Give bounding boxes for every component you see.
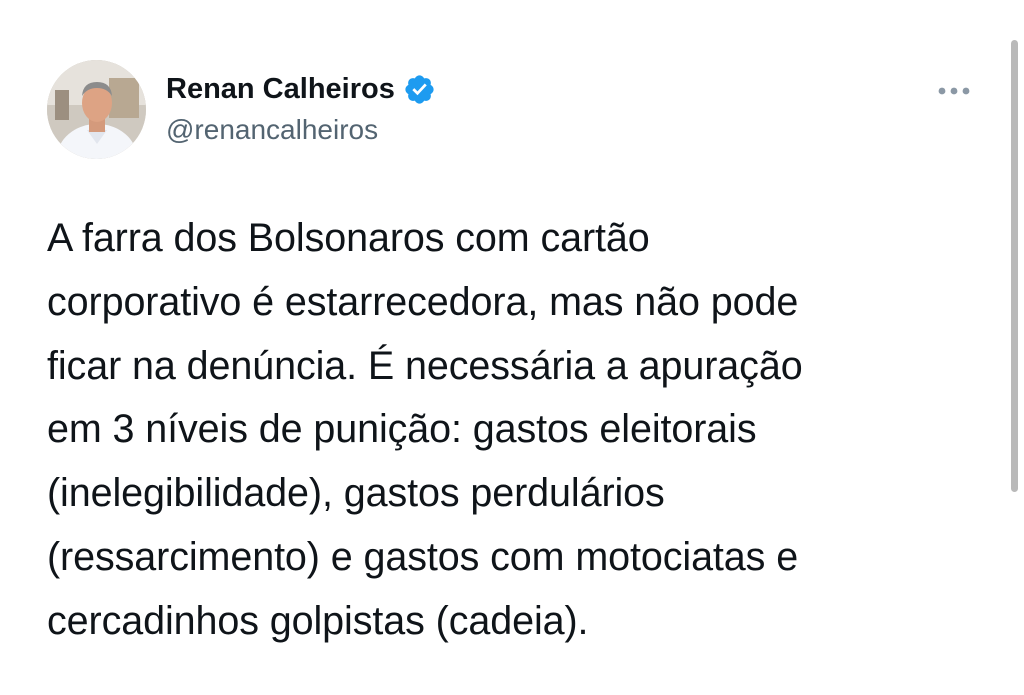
tweet-card: Renan Calheiros @renancalheiros A farra … <box>0 0 1024 695</box>
scrollbar[interactable] <box>1011 40 1018 492</box>
more-options-button[interactable] <box>930 76 978 106</box>
avatar[interactable] <box>47 60 146 159</box>
avatar-photo <box>47 60 146 159</box>
author-name-text: Renan Calheiros <box>166 73 395 105</box>
author-display-name[interactable]: Renan Calheiros <box>166 70 436 108</box>
tweet-text: A farra dos Bolsonaros com cartão corpor… <box>47 216 803 643</box>
more-horizontal-icon <box>938 87 970 95</box>
verified-badge-icon <box>403 73 436 106</box>
author-handle[interactable]: @renancalheiros <box>166 112 378 148</box>
